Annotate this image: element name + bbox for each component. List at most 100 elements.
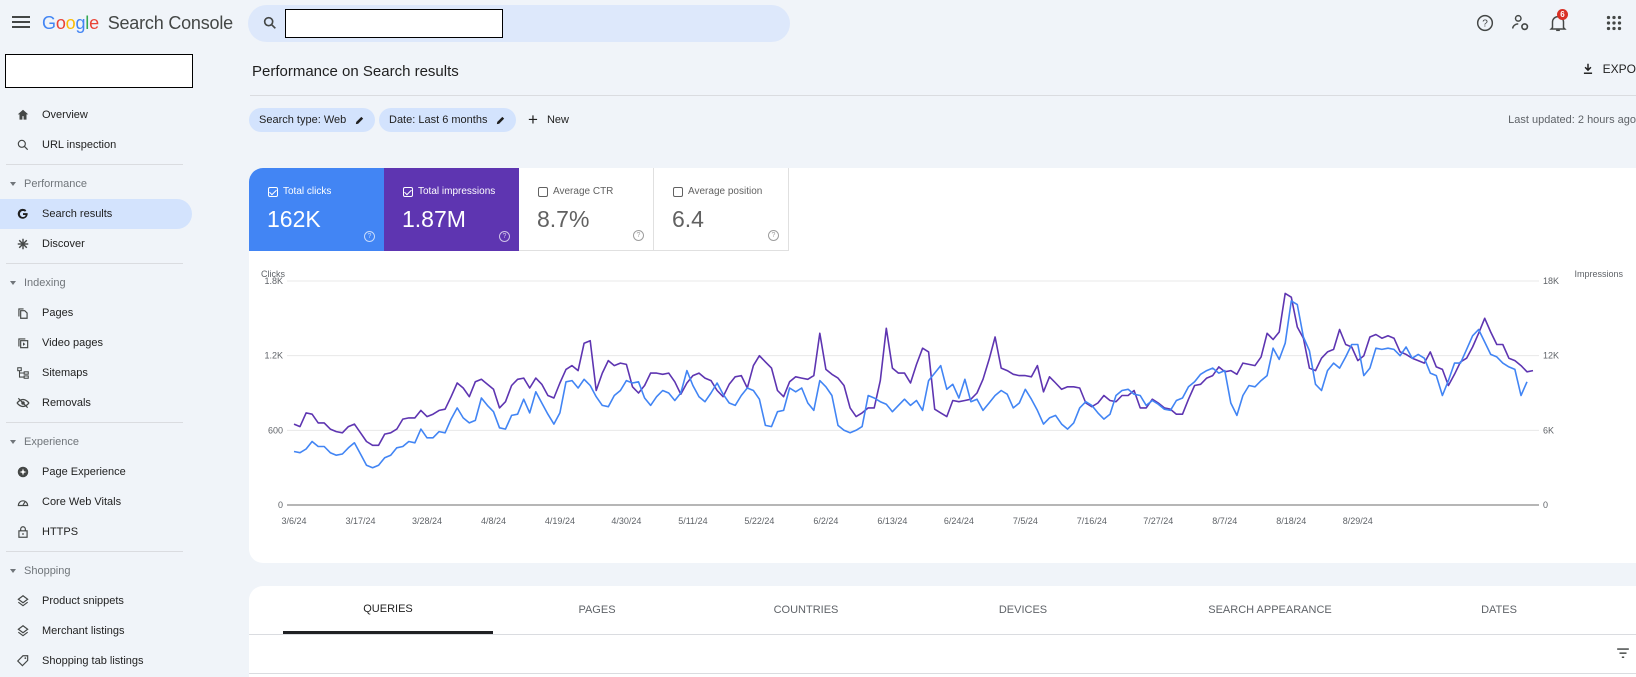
video-pages-icon — [18, 338, 29, 349]
logo-letter: e — [89, 13, 99, 33]
help-icon[interactable]: ? — [499, 231, 510, 242]
metric-value: 8.7% — [537, 206, 590, 232]
tab-label: DATES — [1481, 604, 1517, 616]
metric-total-impressions[interactable]: Total impressions 1.87M ? — [384, 168, 519, 251]
sidebar-item-video-pages[interactable]: Video pages — [0, 328, 200, 358]
sidebar-item-merchant-listings[interactable]: Merchant listings — [0, 616, 200, 646]
tab-countries[interactable]: COUNTRIES — [736, 586, 876, 634]
help-circle-icon[interactable]: ? — [1474, 12, 1496, 34]
y-left-tick-label: 1.8K — [264, 276, 283, 286]
section-label: Performance — [24, 178, 87, 190]
x-tick-label: 6/13/24 — [877, 516, 907, 526]
metric-label: Total impressions — [418, 186, 496, 197]
tab-devices[interactable]: DEVICES — [953, 586, 1093, 634]
sidebar-section-performance[interactable]: Performance — [0, 169, 200, 199]
filter-chip-date[interactable]: Date: Last 6 months — [379, 108, 517, 132]
divider — [6, 551, 183, 552]
tab-search-appearance[interactable]: SEARCH APPEARANCE — [1175, 586, 1365, 634]
sidebar-item-discover[interactable]: Discover — [0, 229, 200, 259]
account-settings-icon[interactable] — [1510, 12, 1532, 34]
sidebar-item-label: Discover — [42, 238, 85, 250]
sidebar-item-sitemaps[interactable]: Sitemaps — [0, 358, 200, 388]
section-label: Shopping — [24, 565, 71, 577]
logo-letter: g — [75, 13, 86, 33]
plus-icon: + — [528, 110, 538, 129]
y-right-tick-label: 0 — [1543, 500, 1548, 510]
sidebar-item-https[interactable]: HTTPS — [0, 517, 200, 547]
sidebar-item-shopping-tab-listings[interactable]: Shopping tab listings — [0, 646, 200, 676]
tab-label: QUERIES — [363, 602, 413, 615]
x-tick-label: 3/17/24 — [345, 516, 375, 526]
top-bar: Google Search Console ? 6 — [0, 0, 1636, 46]
y-left-tick-label: 600 — [268, 425, 283, 435]
sidebar-item-label: Product snippets — [42, 595, 124, 607]
x-tick-label: 8/7/24 — [1212, 516, 1237, 526]
collapse-triangle-icon — [10, 182, 16, 186]
eye-off-icon — [16, 397, 30, 409]
sidebar-item-url-inspection[interactable]: URL inspection — [0, 130, 200, 160]
sidebar-item-overview[interactable]: Overview — [0, 100, 200, 130]
checkbox[interactable] — [538, 186, 548, 197]
table-header-divider — [249, 673, 1636, 674]
x-tick-label: 7/16/24 — [1077, 516, 1107, 526]
y-right-axis-label: Impressions — [1574, 269, 1623, 279]
x-tick-label: 5/11/24 — [678, 516, 707, 526]
sitemap-icon — [17, 367, 29, 379]
divider — [6, 422, 183, 423]
new-filter-button[interactable]: + New — [528, 108, 569, 132]
logo-letter: G — [42, 13, 56, 33]
help-icon[interactable]: ? — [364, 231, 375, 242]
logo[interactable]: Google Search Console — [42, 13, 233, 34]
y-right-tick-label: 6K — [1543, 425, 1554, 435]
sidebar-item-product-snippets[interactable]: Product snippets — [0, 586, 200, 616]
y-left-tick-label: 1.2K — [264, 351, 283, 361]
sidebar-item-label: Removals — [42, 397, 91, 409]
metric-label: Total clicks — [283, 186, 332, 197]
help-icon[interactable]: ? — [768, 230, 779, 241]
sidebar-item-label: URL inspection — [42, 139, 117, 151]
metric-label: Average position — [688, 186, 763, 197]
logo-letter: o — [55, 13, 66, 33]
metric-total-clicks[interactable]: Total clicks 162K ? — [249, 168, 384, 251]
tab-pages[interactable]: PAGES — [527, 586, 667, 634]
sidebar-section-experience[interactable]: Experience — [0, 427, 200, 457]
checkbox[interactable] — [268, 186, 278, 197]
notifications-button[interactable]: 6 — [1547, 9, 1569, 34]
performance-chart[interactable]: Clicks Impressions 0 0600 6K1.2K 12K1.8K 18K… — [249, 261, 1636, 551]
x-tick-label: 3/28/24 — [412, 516, 442, 526]
tab-dates[interactable]: DATES — [1429, 586, 1569, 634]
tab-queries[interactable]: QUERIES — [283, 586, 493, 634]
gauge-icon — [17, 500, 29, 507]
metric-average-ctr[interactable]: Average CTR 8.7% ? — [519, 168, 654, 251]
sidebar-item-pages[interactable]: Pages — [0, 298, 200, 328]
logo-letter: o — [65, 13, 76, 33]
help-icon[interactable]: ? — [633, 230, 644, 241]
checkbox[interactable] — [403, 186, 413, 197]
y-right-tick-label: 12K — [1543, 351, 1559, 361]
apps-grid-icon[interactable] — [1603, 12, 1625, 34]
search-bar[interactable] — [248, 5, 790, 42]
collapse-triangle-icon — [10, 569, 16, 573]
x-tick-label: 5/22/24 — [744, 516, 774, 526]
sidebar-section-shopping[interactable]: Shopping — [0, 556, 200, 586]
export-button[interactable]: EXPO — [1581, 62, 1636, 76]
sidebar-item-search-results[interactable]: Search results — [0, 199, 192, 229]
collapse-triangle-icon — [10, 440, 16, 444]
metric-average-position[interactable]: Average position 6.4 ? — [654, 168, 789, 251]
search-icon[interactable] — [262, 15, 278, 31]
chip-label: Date: Last 6 months — [389, 114, 488, 126]
hamburger-menu-icon[interactable] — [12, 13, 30, 31]
filter-rows-icon[interactable] — [1616, 647, 1630, 659]
sidebar-item-page-experience[interactable]: Page Experience — [0, 457, 200, 487]
sidebar-item-core-web-vitals[interactable]: Core Web Vitals — [0, 487, 200, 517]
lock-icon — [18, 526, 28, 538]
collapse-triangle-icon — [10, 281, 16, 285]
sidebar-section-indexing[interactable]: Indexing — [0, 268, 200, 298]
sidebar-item-removals[interactable]: Removals — [0, 388, 200, 418]
checkbox[interactable] — [673, 186, 683, 197]
search-input[interactable] — [285, 9, 503, 38]
x-tick-label: 7/27/24 — [1143, 516, 1173, 526]
property-selector[interactable] — [5, 54, 193, 88]
tabs-divider — [249, 634, 1636, 635]
filter-chip-search-type[interactable]: Search type: Web — [249, 108, 376, 132]
